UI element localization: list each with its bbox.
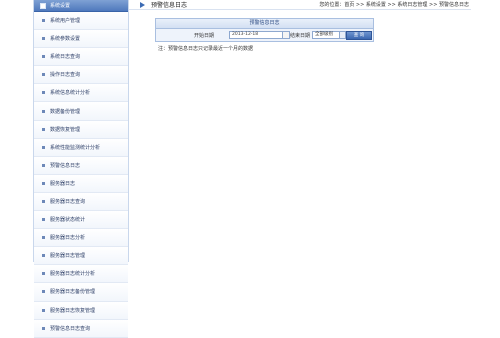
sidebar-item[interactable]: 预警信息日志	[34, 156, 128, 175]
sidebar-item-label: 系统用户管理	[50, 18, 81, 25]
bullet-icon	[42, 199, 45, 203]
level-select[interactable]: 全部级别	[312, 31, 346, 39]
sidebar-item[interactable]: 服务器日志管理	[34, 247, 128, 266]
bullet-icon	[42, 163, 45, 167]
bullet-icon	[42, 19, 45, 23]
bullet-icon	[42, 218, 45, 222]
sidebar-menu: 系统用户管理 系统参数设置 系统日志查询 操作日志查询系统信息统计分析 数据备份管理 数据…	[34, 12, 128, 338]
sidebar-item[interactable]: 系统信息统计分析	[34, 84, 128, 103]
info-note: 注：预警信息日志只记录最近一个月的数据	[158, 46, 254, 52]
panel-title: 预警信息日志	[156, 19, 373, 29]
bullet-icon	[42, 254, 45, 258]
sidebar-item-label: 服务器日志统计分析	[50, 271, 96, 278]
sidebar-item-label: 数据备份管理	[50, 108, 81, 115]
sidebar-item-label: 系统性能监测统计分析	[50, 144, 101, 151]
sidebar-item-label: 系统信息统计分析	[50, 90, 91, 97]
sidebar-item-label: 系统参数设置	[50, 36, 81, 43]
sidebar-item-label: 服务器日志恢复管理	[50, 307, 96, 314]
sidebar: 系统设置 系统用户管理 系统参数设置 系统日志查询 操作日志查询系统信息统计分析 数据备…	[33, 0, 129, 338]
sidebar-item[interactable]: 服务器日志统计分析	[34, 265, 128, 284]
sidebar-item-label: 预警信息日志	[50, 162, 81, 169]
bullet-icon	[42, 73, 45, 77]
bullet-icon	[42, 308, 45, 312]
sidebar-item[interactable]: 服务器日志查询	[34, 192, 128, 212]
sidebar-item[interactable]: 服务器日志备份管理	[34, 283, 128, 302]
breadcrumb: 您的位置：首页 >> 系统设置 >> 系统日志管理 >> 预警信息日志	[319, 2, 469, 8]
arrow-icon	[140, 1, 145, 8]
end-date-label: 结束日期	[290, 33, 311, 39]
bullet-icon	[42, 127, 45, 131]
sidebar-item[interactable]: 系统性能监测统计分析	[34, 138, 128, 157]
sidebar-item-label: 服务器状态统计	[50, 217, 86, 224]
sidebar-item[interactable]: 服务器日志分析	[34, 229, 128, 248]
sidebar-header[interactable]: 系统设置	[34, 0, 128, 12]
calendar-icon[interactable]	[282, 31, 290, 39]
sidebar-header-label: 系统设置	[50, 3, 71, 9]
bullet-icon	[42, 145, 45, 149]
sidebar-item[interactable]: 服务器状态统计	[34, 211, 128, 230]
sidebar-item[interactable]: 系统日志查询	[34, 48, 128, 67]
sidebar-item[interactable]: 服务器日志	[34, 174, 128, 193]
start-date-label: 开始日期	[194, 33, 215, 39]
sidebar-item[interactable]: 操作日志查询	[34, 66, 128, 85]
sidebar-item-label: 预警信息日志查询	[50, 325, 91, 332]
search-button[interactable]: 查 询	[346, 31, 372, 40]
sidebar-item-label: 服务器日志分析	[50, 235, 86, 242]
sidebar-item-label: 服务器日志备份管理	[50, 289, 96, 296]
sidebar-item[interactable]: 服务器日志恢复管理	[34, 301, 128, 320]
sidebar-item[interactable]: 系统参数设置	[34, 30, 128, 49]
sidebar-item-label: 服务器日志	[50, 180, 76, 187]
sidebar-item[interactable]: 数据恢复管理	[34, 120, 128, 139]
sidebar-item[interactable]: 预警信息日志查询	[34, 319, 128, 338]
bullet-icon	[42, 55, 45, 59]
sidebar-item-label: 服务器日志查询	[50, 198, 86, 205]
bullet-icon	[42, 326, 45, 330]
bullet-icon	[42, 236, 45, 240]
bullet-icon	[42, 181, 45, 185]
top-bar: 预警信息日志 您的位置：首页 >> 系统设置 >> 系统日志管理 >> 预警信息…	[129, 0, 471, 10]
sidebar-item-label: 操作日志查询	[50, 72, 81, 79]
page-title: 预警信息日志	[151, 2, 188, 9]
bullet-icon	[42, 290, 45, 294]
sidebar-item[interactable]: 数据备份管理	[34, 102, 128, 121]
sidebar-item-label: 数据恢复管理	[50, 126, 81, 133]
bullet-icon	[42, 91, 45, 95]
level-select-value: 全部级别	[315, 32, 333, 37]
start-date-input[interactable]: 2013-12-18	[229, 31, 283, 39]
chevron-down-icon	[339, 32, 345, 38]
bullet-icon	[42, 109, 45, 113]
search-row: 开始日期 2013-12-18 结束日期 全部级别 查 询	[156, 29, 373, 41]
sidebar-item-label: 系统日志查询	[50, 54, 81, 61]
bullet-icon	[42, 37, 45, 41]
search-panel: 预警信息日志 开始日期 2013-12-18 结束日期 全部级别 查 询	[155, 18, 374, 42]
folder-icon	[40, 2, 46, 9]
sidebar-item[interactable]: 系统用户管理	[34, 12, 128, 31]
sidebar-item-label: 服务器日志管理	[50, 253, 86, 260]
bullet-icon	[42, 272, 45, 276]
